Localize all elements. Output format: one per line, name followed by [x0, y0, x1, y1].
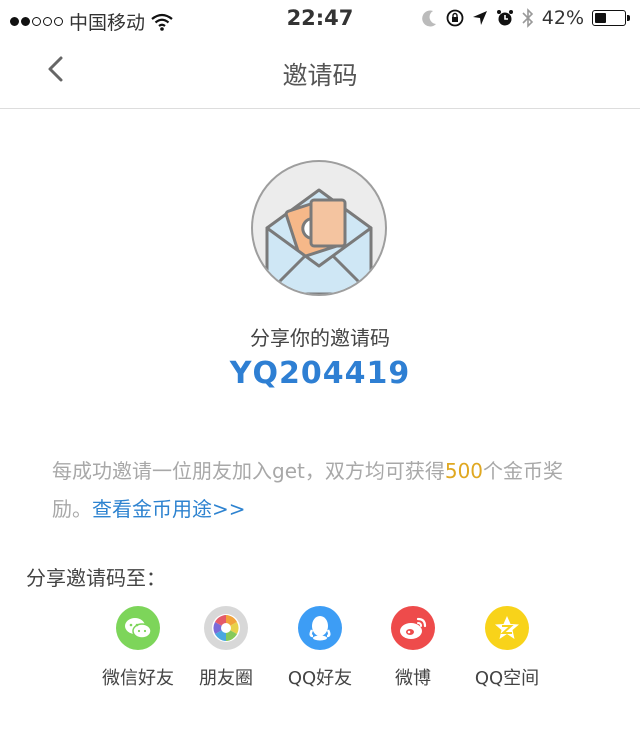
envelope-illustration: [251, 160, 387, 296]
battery-fill: [595, 13, 607, 23]
reward-description: 每成功邀请一位朋友加入get，双方均可获得500个金币奖励。查看金币用途>>: [52, 452, 592, 528]
share-label: QQ空间: [474, 668, 540, 689]
reward-amount: 500: [444, 459, 484, 483]
moon-icon: [421, 10, 436, 27]
weibo-icon: [391, 606, 435, 650]
invite-code-label: 分享你的邀请码: [250, 326, 390, 350]
qzone-icon: [485, 606, 529, 650]
qq-icon: [298, 606, 342, 650]
location-icon: [472, 11, 487, 25]
rotation-lock-icon: [446, 9, 464, 27]
nav-bar: 邀请码: [0, 40, 640, 109]
wechat-icon: [116, 606, 160, 650]
envelope-money-icon: [265, 188, 373, 294]
moments-icon: [204, 606, 248, 650]
battery-percent: 42%: [541, 7, 584, 29]
status-icons: 42%: [421, 7, 630, 29]
share-title: 分享邀请码至：: [26, 566, 166, 590]
battery-icon: [592, 10, 630, 26]
page-title: 邀请码: [282, 61, 358, 90]
coin-usage-link[interactable]: 查看金币用途>>: [92, 497, 246, 521]
alarm-icon: [496, 10, 513, 26]
invite-code: YQ204419: [229, 356, 411, 391]
bluetooth-icon: [522, 8, 533, 28]
status-bar: 中国移动 22:47 42%: [0, 0, 640, 40]
reward-text-before: 每成功邀请一位朋友加入get，双方均可获得: [52, 459, 445, 483]
share-qzone[interactable]: QQ空间: [452, 606, 562, 690]
